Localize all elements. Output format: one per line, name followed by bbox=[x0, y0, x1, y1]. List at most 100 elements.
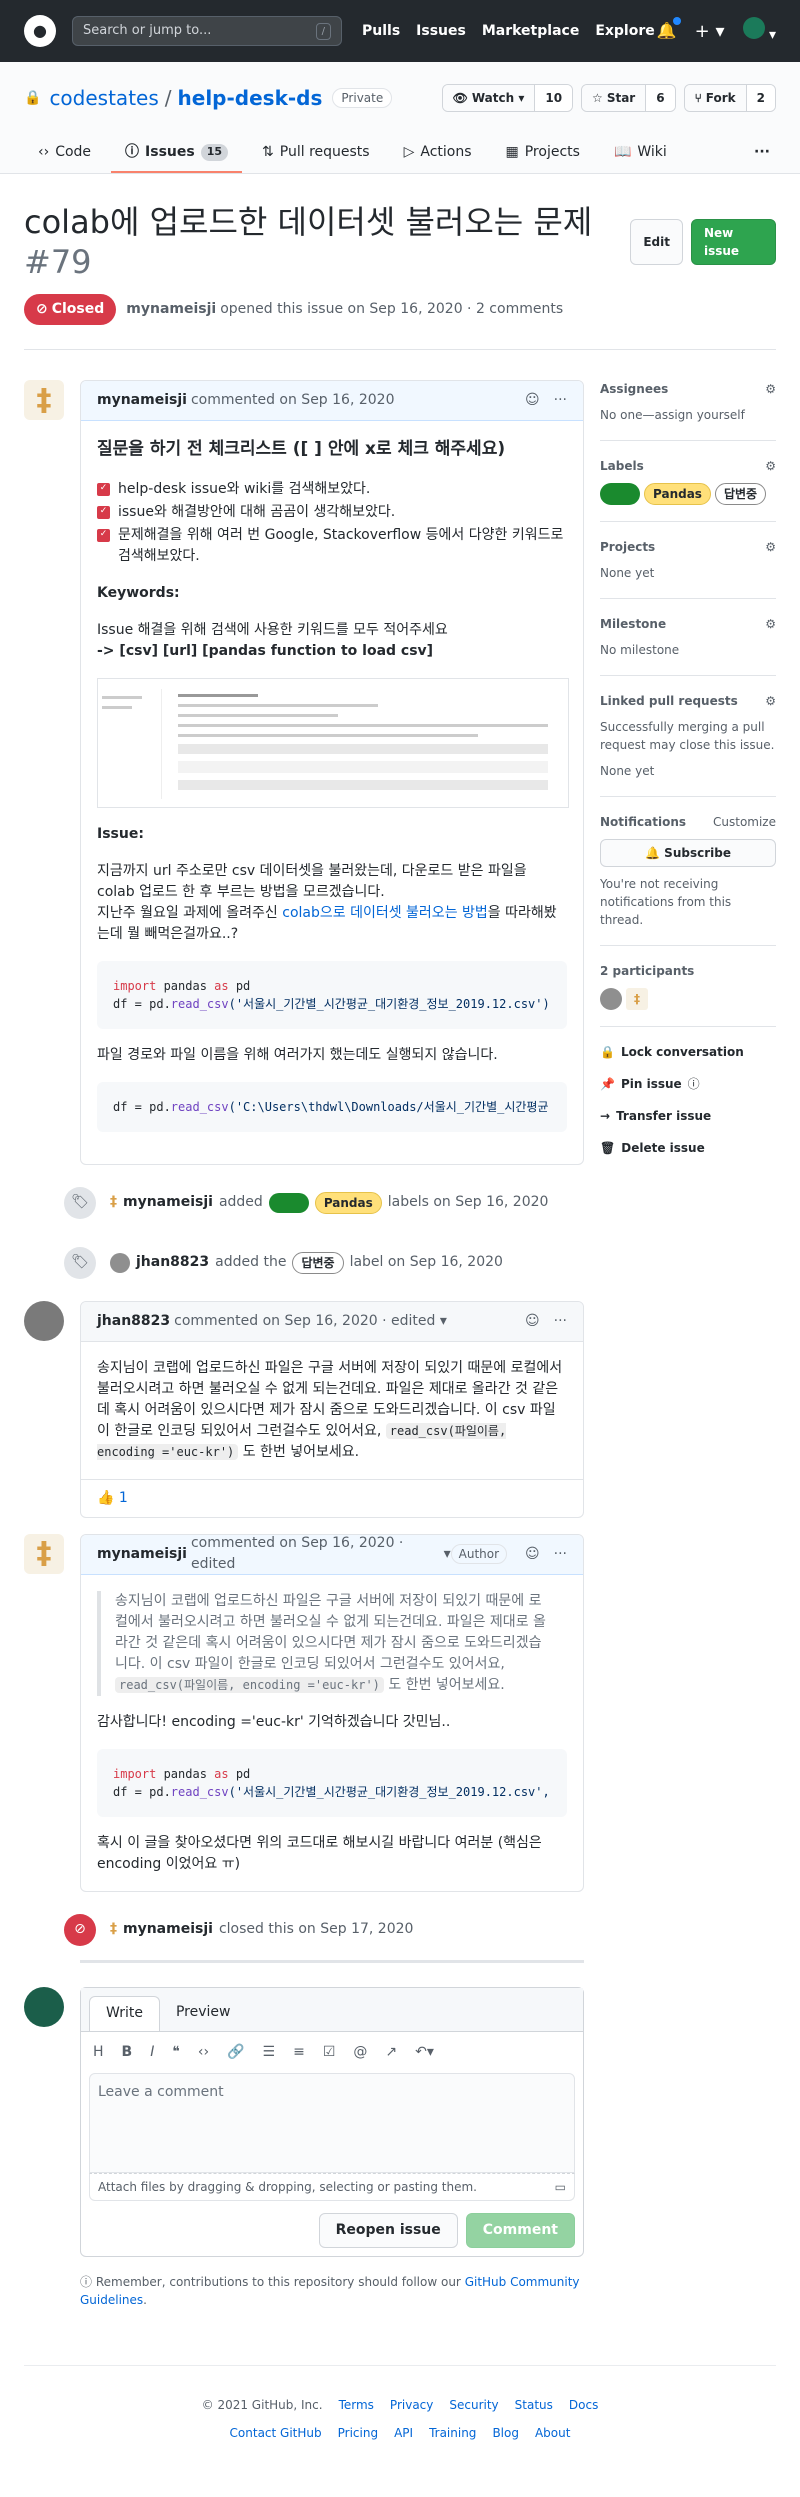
watch-count[interactable]: 10 bbox=[534, 85, 573, 111]
lock-conversation-action[interactable]: 🔒 Lock conversation bbox=[600, 1043, 776, 1061]
task-list-icon[interactable]: ☑ bbox=[323, 2042, 336, 2063]
preview-tab[interactable]: Preview bbox=[160, 1996, 247, 2031]
star-button[interactable]: ☆ Star bbox=[582, 85, 646, 111]
user-menu[interactable]: ▾ bbox=[742, 16, 776, 46]
kebab-menu-icon[interactable]: ··· bbox=[554, 390, 567, 411]
footer-contact[interactable]: Contact GitHub bbox=[230, 2424, 322, 2442]
tab-actions[interactable]: ▷ Actions bbox=[390, 134, 486, 173]
gear-icon[interactable]: ⚙ bbox=[765, 457, 776, 475]
chevron-down-icon[interactable]: ▾ bbox=[435, 1311, 447, 1332]
participant-avatar[interactable] bbox=[600, 988, 622, 1010]
tab-wiki[interactable]: 📖 Wiki bbox=[600, 134, 681, 173]
footer-about[interactable]: About bbox=[535, 2424, 570, 2442]
tab-projects[interactable]: ▦ Projects bbox=[492, 134, 594, 173]
attach-files-area[interactable]: Attach files by dragging & dropping, sel… bbox=[89, 2172, 575, 2201]
event-actor[interactable]: mynameisji bbox=[123, 1919, 213, 1940]
current-user-avatar[interactable] bbox=[24, 1986, 64, 2027]
comment-author[interactable]: mynameisji bbox=[97, 1544, 187, 1565]
write-tab[interactable]: Write bbox=[89, 1995, 160, 2031]
chevron-down-icon[interactable]: ▾ bbox=[439, 1544, 451, 1565]
comment-button[interactable]: Comment bbox=[465, 2212, 575, 2248]
smiley-icon[interactable]: ☺ bbox=[525, 1311, 540, 1332]
fork-button[interactable]: ⑂ Fork bbox=[684, 85, 746, 111]
footer-privacy[interactable]: Privacy bbox=[390, 2396, 433, 2414]
gear-icon[interactable]: ⚙ bbox=[765, 615, 776, 633]
issue-author-link[interactable]: mynameisji bbox=[126, 299, 216, 320]
unordered-list-icon[interactable]: ☰ bbox=[263, 2042, 276, 2063]
footer-pricing[interactable]: Pricing bbox=[338, 2424, 378, 2442]
nav-marketplace[interactable]: Marketplace bbox=[482, 21, 579, 42]
tab-code[interactable]: ‹› Code bbox=[24, 134, 105, 173]
label-pandas[interactable]: Pandas bbox=[314, 1191, 382, 1214]
reply-icon[interactable]: ↶▾ bbox=[415, 2042, 434, 2063]
gear-icon[interactable]: ⚙ bbox=[765, 380, 776, 398]
italic-icon[interactable]: I bbox=[150, 2042, 154, 2063]
more-tabs-icon[interactable]: ··· bbox=[748, 134, 776, 173]
comment-author[interactable]: jhan8823 bbox=[97, 1311, 170, 1332]
footer-docs[interactable]: Docs bbox=[569, 2396, 598, 2414]
bold-icon[interactable]: B bbox=[122, 2042, 133, 2063]
comment-author[interactable]: mynameisji bbox=[97, 390, 187, 411]
link-icon[interactable]: 🔗 bbox=[227, 2042, 244, 2063]
author-avatar[interactable]: ‡ bbox=[24, 1533, 64, 1574]
mention-icon[interactable]: @ bbox=[353, 2042, 367, 2063]
comment-date[interactable]: commented on Sep 16, 2020 · edited bbox=[191, 1535, 439, 1576]
quote-icon[interactable]: ❝ bbox=[172, 2042, 180, 2063]
fork-count[interactable]: 2 bbox=[745, 85, 775, 111]
ordered-list-icon[interactable]: ≡ bbox=[293, 2042, 305, 2063]
repo-name-link[interactable]: help-desk-ds bbox=[178, 83, 323, 113]
author-avatar[interactable]: ‡ bbox=[24, 380, 64, 420]
embedded-screenshot[interactable] bbox=[97, 677, 569, 808]
nav-pulls[interactable]: Pulls bbox=[362, 21, 400, 42]
gear-icon[interactable]: ⚙ bbox=[765, 692, 776, 710]
label-pandas[interactable]: Pandas bbox=[644, 483, 711, 505]
star-count[interactable]: 6 bbox=[645, 85, 675, 111]
footer-api[interactable]: API bbox=[394, 2424, 413, 2442]
smiley-icon[interactable]: ☺ bbox=[525, 1544, 540, 1565]
checkbox-checked-icon[interactable]: ✓ bbox=[97, 528, 110, 542]
pin-issue-action[interactable]: 📌 Pin issue ⓘ bbox=[600, 1075, 776, 1093]
gear-icon[interactable]: ⚙ bbox=[765, 538, 776, 556]
event-actor[interactable]: jhan8823 bbox=[136, 1252, 209, 1273]
label-answering[interactable]: 답변중 bbox=[714, 483, 767, 505]
repo-owner-link[interactable]: codestates bbox=[49, 83, 158, 113]
label-green[interactable]: · bbox=[600, 483, 640, 505]
nav-explore[interactable]: Explore bbox=[595, 21, 654, 42]
checkbox-checked-icon[interactable]: ✓ bbox=[97, 482, 110, 496]
participant-avatar[interactable]: ‡ bbox=[626, 988, 648, 1010]
watch-button[interactable]: 👁 Watch ▾ bbox=[442, 85, 535, 111]
footer-training[interactable]: Training bbox=[429, 2424, 476, 2442]
tab-pull-requests[interactable]: ⇅ Pull requests bbox=[248, 134, 384, 173]
search-input[interactable]: Search or jump to... / bbox=[72, 16, 342, 46]
comment-textarea[interactable]: Leave a comment bbox=[89, 2072, 575, 2173]
smiley-icon[interactable]: ☺ bbox=[525, 390, 540, 411]
kebab-menu-icon[interactable]: ··· bbox=[554, 1311, 567, 1332]
code-icon[interactable]: ‹› bbox=[198, 2042, 209, 2063]
comment-date[interactable]: commented on Sep 16, 2020 bbox=[191, 390, 395, 411]
comment-date[interactable]: commented on Sep 16, 2020 · edited bbox=[174, 1311, 435, 1332]
commenter-avatar[interactable] bbox=[24, 1300, 64, 1341]
event-avatar-icon[interactable]: ‡ bbox=[110, 1192, 117, 1213]
thumbs-up-reaction[interactable]: 👍 1 bbox=[81, 1478, 583, 1517]
event-avatar[interactable] bbox=[110, 1252, 130, 1273]
label-answering[interactable]: 답변중 bbox=[292, 1251, 344, 1274]
subscribe-button[interactable]: 🔔 Subscribe bbox=[600, 839, 776, 867]
kebab-menu-icon[interactable]: ··· bbox=[554, 1544, 567, 1565]
event-actor[interactable]: mynameisji bbox=[123, 1192, 213, 1213]
footer-blog[interactable]: Blog bbox=[492, 2424, 519, 2442]
customize-link[interactable]: Customize bbox=[713, 813, 776, 831]
markdown-icon[interactable]: ▭ bbox=[555, 2178, 566, 2196]
checkbox-checked-icon[interactable]: ✓ bbox=[97, 505, 110, 519]
heading-icon[interactable]: H bbox=[93, 2042, 104, 2063]
event-avatar-icon[interactable]: ‡ bbox=[110, 1919, 117, 1940]
tab-issues[interactable]: ⓘ Issues 15 bbox=[111, 134, 243, 173]
footer-security[interactable]: Security bbox=[449, 2396, 498, 2414]
transfer-issue-action[interactable]: → Transfer issue bbox=[600, 1107, 776, 1125]
assignees-value[interactable]: No one—assign yourself bbox=[600, 406, 776, 424]
create-new-plus-icon[interactable]: + ▾ bbox=[695, 18, 725, 45]
github-logo-icon[interactable]: ● bbox=[24, 15, 56, 47]
reopen-issue-button[interactable]: Reopen issue bbox=[318, 2212, 458, 2248]
cross-reference-icon[interactable]: ↗ bbox=[385, 2042, 397, 2063]
footer-status[interactable]: Status bbox=[515, 2396, 553, 2414]
new-issue-button[interactable]: New issue bbox=[690, 219, 776, 265]
